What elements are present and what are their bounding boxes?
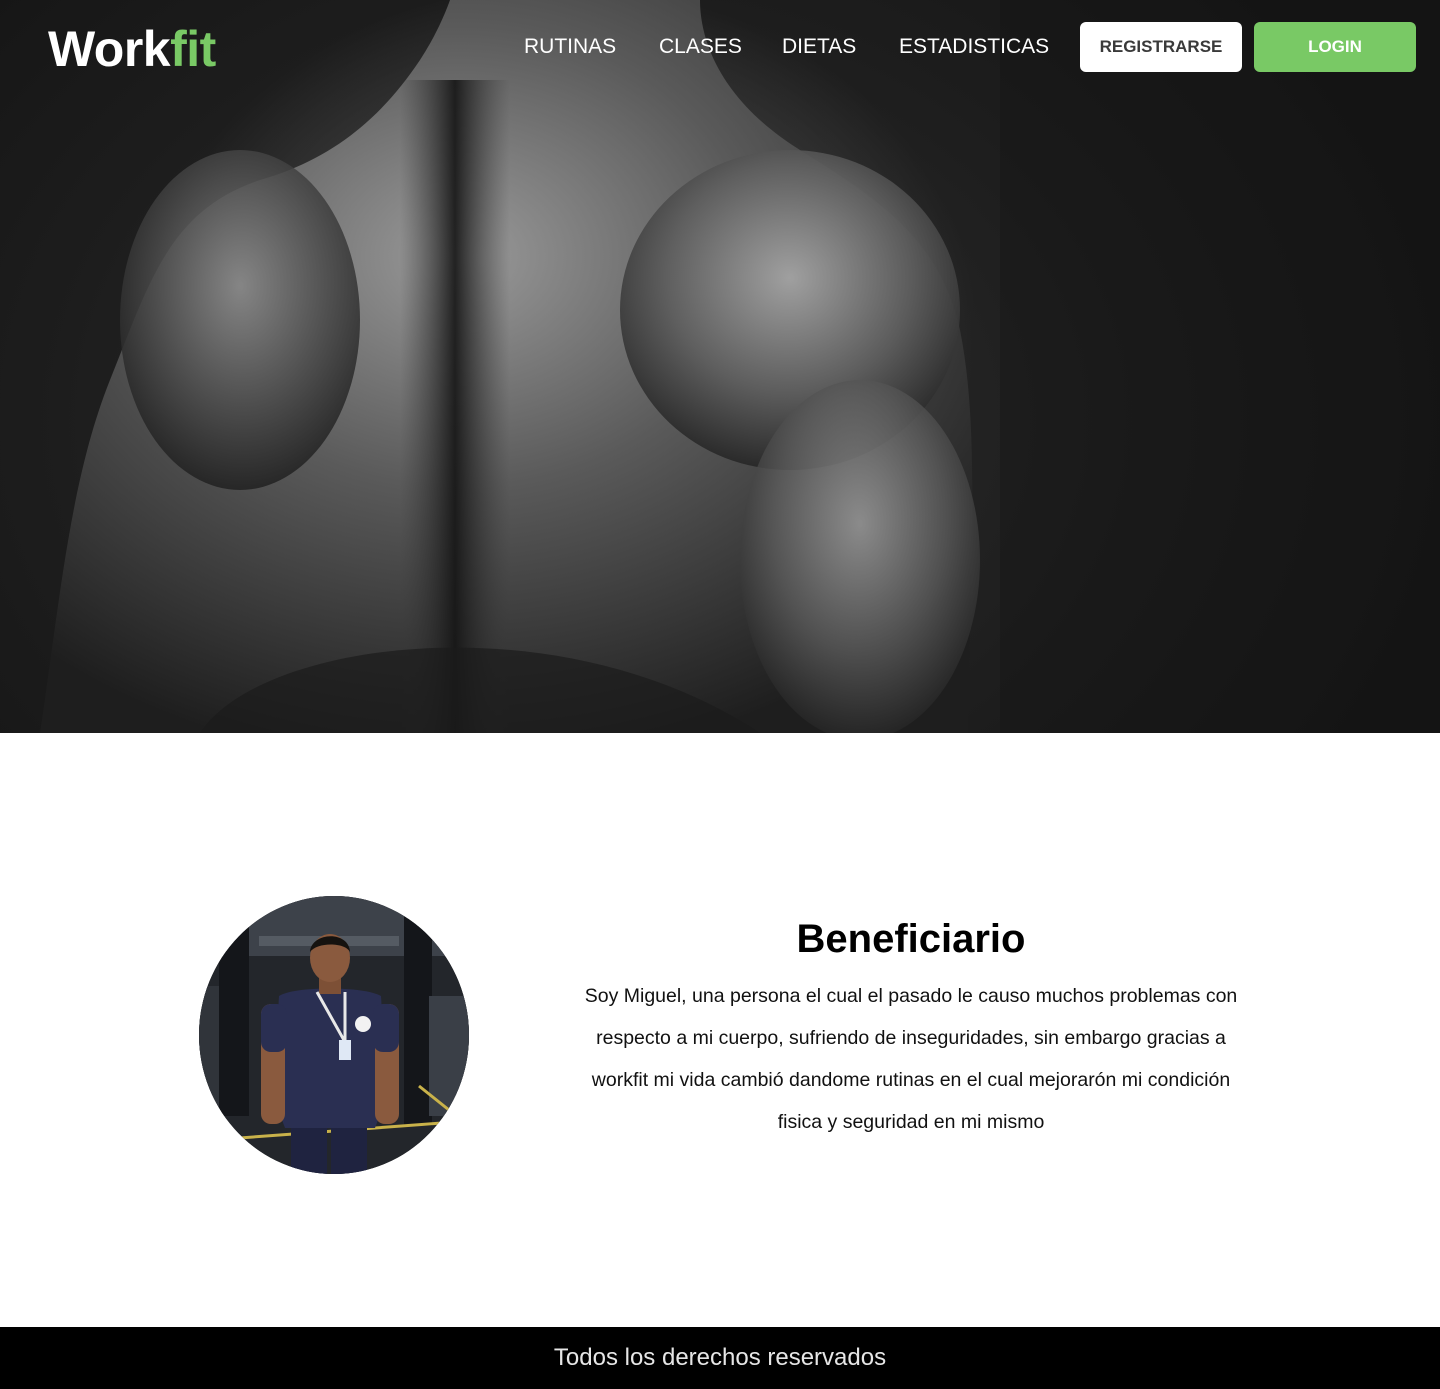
hero-image [40, 0, 1440, 733]
nav-link-estadisticas[interactable]: ESTADISTICAS [899, 34, 1049, 60]
nav-link-dietas[interactable]: DIETAS [782, 34, 856, 60]
footer: Todos los derechos reservados [0, 1327, 1440, 1389]
footer-copyright: Todos los derechos reservados [553, 1344, 887, 1371]
hero-section: Workfit RUTINAS CLASES DIETAS ESTADISTIC… [0, 0, 1440, 733]
beneficiary-testimonial: Soy Miguel, una persona el cual el pasad… [584, 985, 1238, 1133]
beneficiary-title: Beneficiario [796, 917, 1026, 961]
register-button[interactable]: REGISTRARSE [1080, 22, 1242, 72]
logo-text-work: Work [48, 21, 171, 77]
nav-link-clases[interactable]: CLASES [659, 34, 742, 60]
nav-link-rutinas[interactable]: RUTINAS [524, 34, 616, 60]
workfit-logo[interactable]: Workfit [48, 20, 216, 78]
logo-text-fit: fit [170, 21, 216, 77]
login-button[interactable]: LOGIN [1254, 22, 1416, 72]
beneficiary-photo [199, 896, 469, 1174]
